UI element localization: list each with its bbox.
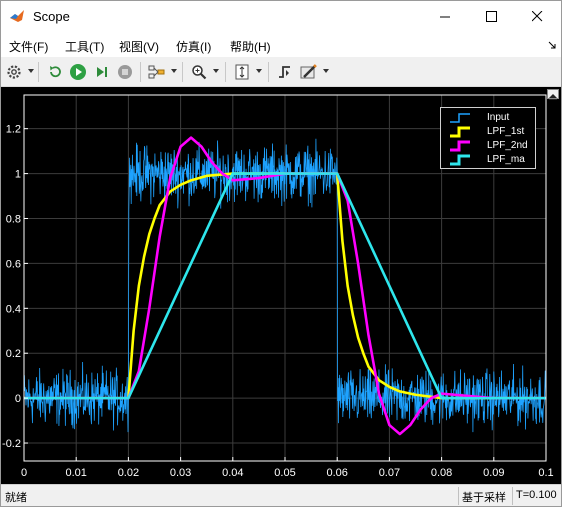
minimize-button[interactable]: [422, 1, 468, 32]
restore-button[interactable]: [44, 61, 66, 83]
maximize-button[interactable]: [468, 1, 514, 32]
menu-bar: 文件(F) 工具(T) 视图(V) 仿真(I) 帮助(H): [1, 32, 561, 57]
gear-icon: [7, 65, 21, 79]
step-forward-button[interactable]: [91, 61, 113, 83]
measure-icon: [300, 64, 317, 79]
legend-label: LPF_1st: [487, 126, 525, 137]
undock-button[interactable]: [547, 89, 559, 100]
stop-button[interactable]: [114, 61, 136, 83]
menu-tools[interactable]: 工具(T): [65, 38, 104, 55]
legend-symbol-lpf-1st: [450, 126, 470, 138]
x-tick-label: 0.05: [274, 467, 295, 479]
legend-symbol-input: [450, 113, 470, 123]
settings-button[interactable]: [3, 61, 25, 83]
step-forward-icon: [97, 67, 107, 77]
close-icon: [531, 11, 542, 22]
toolbar-separator: [268, 62, 269, 82]
trigger-icon: [279, 66, 290, 78]
chevron-down-icon[interactable]: [256, 69, 262, 74]
chevron-down-icon[interactable]: [28, 69, 34, 74]
legend-label: LPF_ma: [487, 154, 525, 165]
run-icon: [70, 64, 86, 80]
x-tick-label: 0.1: [538, 467, 553, 479]
legend-symbol-lpf-2nd: [450, 140, 470, 152]
dock-arrow-icon[interactable]: [548, 41, 556, 49]
sampling-mode: 基于采样: [458, 487, 509, 505]
menu-simulation[interactable]: 仿真(I): [176, 38, 211, 55]
chevron-down-icon[interactable]: [213, 69, 219, 74]
legend[interactable]: Input LPF_1st LPF_2nd LPF_ma: [440, 107, 536, 169]
maximize-icon: [485, 11, 497, 22]
y-tick-label: 0: [15, 393, 21, 405]
x-tick-label: 0.09: [483, 467, 504, 479]
measure-button[interactable]: [298, 61, 320, 83]
y-tick-label: 0.2: [6, 348, 21, 360]
plot-area[interactable]: 0 0.01 0.02 0.03 0.04 0.05 0.06 0.07 0.08 0.09 0.1…: [1, 87, 561, 484]
status-bar: 就绪 基于采样 T=0.100: [1, 484, 561, 506]
status-text: 就绪: [5, 492, 27, 504]
x-tick-label: 0.04: [222, 467, 243, 479]
restore-icon: [50, 66, 61, 78]
chevron-down-icon[interactable]: [323, 69, 329, 74]
simulation-time: T=0.100: [512, 487, 560, 505]
toolbar-separator: [38, 62, 39, 82]
toolbar: [1, 57, 561, 87]
autoscale-icon: [235, 64, 249, 80]
trigger-button[interactable]: [274, 61, 296, 83]
legend-label: LPF_2nd: [487, 140, 528, 151]
legend-item-lpf-2nd[interactable]: LPF_2nd: [441, 139, 537, 153]
y-tick-label: -0.2: [2, 438, 21, 450]
y-tick-label: 0.8: [6, 213, 21, 225]
scope-window: Scope 文件(F) 工具(T) 视图(V) 仿真(I) 帮助(H) 0 0.…: [0, 0, 562, 507]
run-button[interactable]: [67, 61, 89, 83]
legend-item-input[interactable]: Input: [441, 111, 537, 125]
signal-select-button[interactable]: [146, 61, 168, 83]
undock-icon: [549, 94, 557, 100]
matlab-logo-icon: [10, 10, 24, 22]
x-tick-label: 0.08: [431, 467, 452, 479]
x-tick-label: 0.01: [65, 467, 86, 479]
zoom-icon: [192, 65, 207, 80]
x-tick-label: 0.06: [326, 467, 347, 479]
zoom-button[interactable]: [188, 61, 210, 83]
minimize-icon: [439, 16, 450, 18]
y-tick-label: 1.2: [6, 124, 21, 136]
close-button[interactable]: [514, 1, 560, 32]
toolbar-separator: [182, 62, 183, 82]
legend-item-lpf-ma[interactable]: LPF_ma: [441, 153, 537, 167]
menu-view[interactable]: 视图(V): [119, 38, 159, 55]
title-bar[interactable]: Scope: [1, 1, 561, 32]
x-tick-label: 0: [21, 467, 27, 479]
menu-help[interactable]: 帮助(H): [230, 38, 271, 55]
y-tick-label: 1: [15, 169, 21, 181]
stop-icon: [118, 65, 132, 79]
toolbar-separator: [140, 62, 141, 82]
signal-select-icon: [148, 65, 165, 79]
y-tick-label: 0.4: [6, 303, 21, 315]
legend-item-lpf-1st[interactable]: LPF_1st: [441, 125, 537, 139]
x-tick-label: 0.03: [170, 467, 191, 479]
chevron-down-icon[interactable]: [171, 69, 177, 74]
autoscale-button[interactable]: [231, 61, 253, 83]
x-tick-label: 0.02: [118, 467, 139, 479]
window-title: Scope: [33, 9, 70, 24]
toolbar-separator: [225, 62, 226, 82]
legend-symbol-lpf-ma: [450, 154, 470, 166]
menu-file[interactable]: 文件(F): [9, 38, 48, 55]
legend-label: Input: [487, 112, 510, 123]
x-tick-label: 0.07: [379, 467, 400, 479]
y-tick-label: 0.6: [6, 258, 21, 270]
